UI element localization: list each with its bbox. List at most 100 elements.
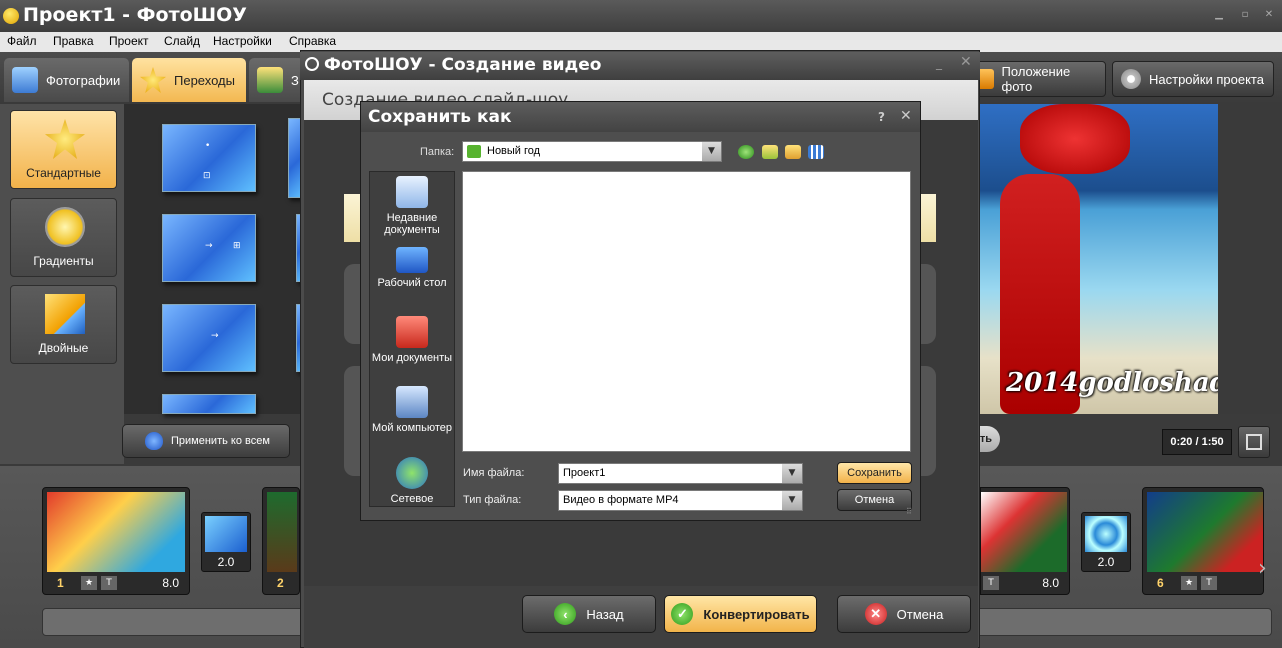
preview-bag [1020,104,1130,174]
double-star-icon [45,294,85,334]
close-circle-icon: ✕ [864,603,887,625]
photo-position-button[interactable]: Положение фото [966,61,1106,97]
shield-icon [145,432,163,450]
filename-input[interactable]: Проект1 [558,463,803,484]
category-double[interactable]: Двойные [10,285,117,364]
filetype-label: Тип файла: [463,494,522,506]
place-label: Мои документы [371,352,453,364]
star-icon [140,67,166,93]
timeline-slide-6[interactable]: 6 ★ T [1142,487,1264,595]
place-label: Мой компьютер [371,422,453,434]
resize-grip-icon[interactable]: ⠿ [906,507,912,516]
close-icon[interactable]: ✕ [900,108,912,124]
convert-button[interactable]: ✓ Конвертировать [664,595,817,633]
network-icon [396,457,428,489]
chevron-down-icon[interactable]: ▼ [782,491,802,510]
timeline-slide-5[interactable]: T 8.0 [980,487,1070,595]
menu-edit[interactable]: Правка [53,34,94,48]
picture-icon [257,67,283,93]
sun-icon [45,207,85,247]
recent-documents-icon [396,176,428,208]
file-list[interactable] [462,171,911,452]
tab-backgrounds[interactable]: З [249,58,304,102]
text-icon[interactable]: T [101,576,117,590]
slide-duration: 8.0 [162,576,179,590]
time-display: 0:20 / 1:50 [1162,429,1232,455]
star-icon [45,119,85,159]
menu-file[interactable]: Файл [7,34,37,48]
apply-to-all-button[interactable]: Применить ко всем [122,424,290,458]
text-icon[interactable]: T [1201,576,1217,590]
slide-number: 6 [1157,576,1164,590]
save-button[interactable]: Сохранить [837,462,912,484]
place-desktop[interactable]: Рабочий стол [369,247,455,289]
transition-duration: 2.0 [217,555,235,569]
transition-thumbnail[interactable]: → ⊞ [162,214,256,282]
view-menu-icon[interactable] [808,145,824,159]
slide-number: 2 [277,576,284,590]
menu-project[interactable]: Проект [109,34,149,48]
timeline-slide-1[interactable]: 1 ★ T 8.0 [42,487,190,595]
button-label: Настройки проекта [1149,71,1264,87]
category-standard[interactable]: Стандартные [10,110,117,189]
help-icon[interactable]: ? [878,110,885,124]
transition-thumbnail [1085,516,1127,552]
timeline-transition-2[interactable]: 2.0 [1081,512,1131,572]
new-folder-icon[interactable] [785,145,801,159]
star-icon[interactable]: ★ [1181,576,1197,590]
category-label: Двойные [38,341,89,355]
minimize-icon[interactable]: _ [936,56,942,70]
transitions-grid: • ⊡ → ⊞ → [124,104,304,414]
preview-watermark: 2014godloshadi [1006,368,1218,398]
place-my-documents[interactable]: Мои документы [369,316,455,364]
menu-slide[interactable]: Слайд [164,34,200,48]
star-icon[interactable]: ★ [81,576,97,590]
dialog-title: Сохранить как [368,107,512,127]
cancel-button[interactable]: ✕ Отмена [837,595,971,633]
back-button[interactable]: ‹ Назад [522,595,656,633]
timeline-slide-2[interactable]: 2 [262,487,300,595]
fullscreen-button[interactable] [1238,426,1270,458]
cancel-button[interactable]: Отмена [837,489,912,511]
minimize-icon[interactable]: ▁ [1212,8,1226,22]
place-network[interactable]: Сетевое [369,457,455,505]
close-icon[interactable]: ✕ [1262,8,1276,22]
transition-categories: Стандартные Градиенты Двойные [0,104,124,464]
category-gradients[interactable]: Градиенты [10,198,117,277]
transition-thumbnail[interactable]: → [162,304,256,372]
tab-photos[interactable]: Фотографии [4,58,129,102]
preview-image: 2014godloshadi [980,104,1218,414]
film-reel-icon [305,57,319,71]
slide-thumbnail [981,492,1067,572]
text-icon[interactable]: T [983,576,999,590]
up-folder-icon[interactable] [762,145,778,159]
place-my-computer[interactable]: Мой компьютер [369,386,455,434]
slide-thumbnail [1147,492,1263,572]
tab-transitions[interactable]: Переходы [132,58,246,102]
maximize-icon[interactable]: ▫ [1238,8,1252,22]
gear-icon [1121,69,1141,89]
my-documents-icon [396,316,428,348]
transition-thumbnail[interactable]: • ⊡ [162,124,256,192]
chevron-down-icon[interactable]: ▼ [702,142,721,161]
menu-settings[interactable]: Настройки [213,34,272,48]
place-label: Недавние документы [384,212,440,236]
place-recent[interactable]: Недавние документы [369,176,455,236]
button-label: Применить ко всем [171,435,270,447]
button-label: Отмена [896,606,944,622]
project-settings-button[interactable]: Настройки проекта [1112,61,1274,97]
chevron-right-icon[interactable]: › [1258,556,1267,581]
chevron-down-icon[interactable]: ▼ [782,464,802,483]
my-computer-icon [396,386,428,418]
arrow-left-icon: ‹ [554,603,577,625]
tab-label: З [291,72,299,88]
close-icon[interactable]: ✕ [960,54,972,70]
place-label: Сетевое [390,493,434,505]
menu-help[interactable]: Справка [289,34,336,48]
timeline-transition-1[interactable]: 2.0 [201,512,251,572]
transition-thumbnail[interactable] [162,394,256,414]
button-label: Назад [586,606,624,622]
app-logo-icon [3,8,19,24]
back-icon[interactable] [738,145,754,159]
filetype-select[interactable]: Видео в формате MP4 [558,490,803,511]
